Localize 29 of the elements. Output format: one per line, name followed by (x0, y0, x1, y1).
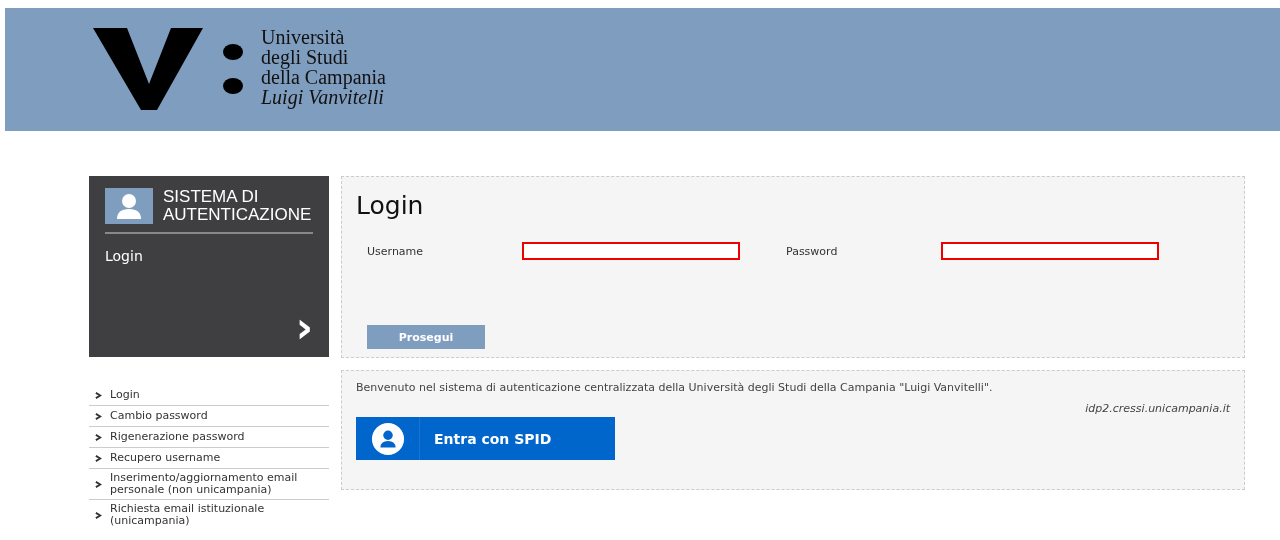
university-name: Università (261, 26, 346, 47)
nav-link[interactable]: Inserimento/aggiornamento email personale (non unicampania) (110, 471, 325, 497)
nav-link[interactable]: Recupero username (110, 451, 221, 465)
sidebar-title: AUTENTICAZIONE (163, 206, 312, 224)
sidebar-current-page: Login (105, 248, 144, 264)
host-name: idp2.cressi.unicampania.it (1084, 402, 1230, 415)
input-field[interactable] (522, 242, 740, 260)
chevron-icon (95, 511, 102, 519)
university-name: degli Studi (261, 46, 350, 67)
nav-link[interactable]: Login (110, 388, 140, 402)
user-icon (105, 188, 153, 224)
nav-link[interactable]: Cambio password (110, 409, 208, 423)
next-arrow-icon[interactable]: › (295, 313, 313, 345)
input-field[interactable] (941, 242, 1159, 260)
chevron-icon (95, 454, 102, 462)
sidebar-title: SISTEMA DI (163, 188, 260, 206)
chevron-icon (95, 433, 102, 441)
chevron-icon (95, 391, 102, 399)
welcome-text: Benvenuto nel sistema di autenticazione centralizzata della Università degli Studi della Campania "Luigi Vanvitelli". (356, 381, 994, 394)
nav-link[interactable]: Rigenerazione password (110, 430, 245, 444)
chevron-icon (95, 480, 102, 488)
user-icon (370, 421, 405, 456)
nav-link[interactable]: Richiesta email istituzionale (unicampania) (110, 502, 325, 528)
field-label: Password (786, 244, 839, 258)
university-logo-icon (93, 25, 243, 110)
spid-button[interactable]: Entra con SPID (356, 417, 615, 460)
login-title: Login (356, 191, 425, 220)
field-label: Username (367, 244, 425, 258)
chevron-icon (95, 412, 102, 420)
